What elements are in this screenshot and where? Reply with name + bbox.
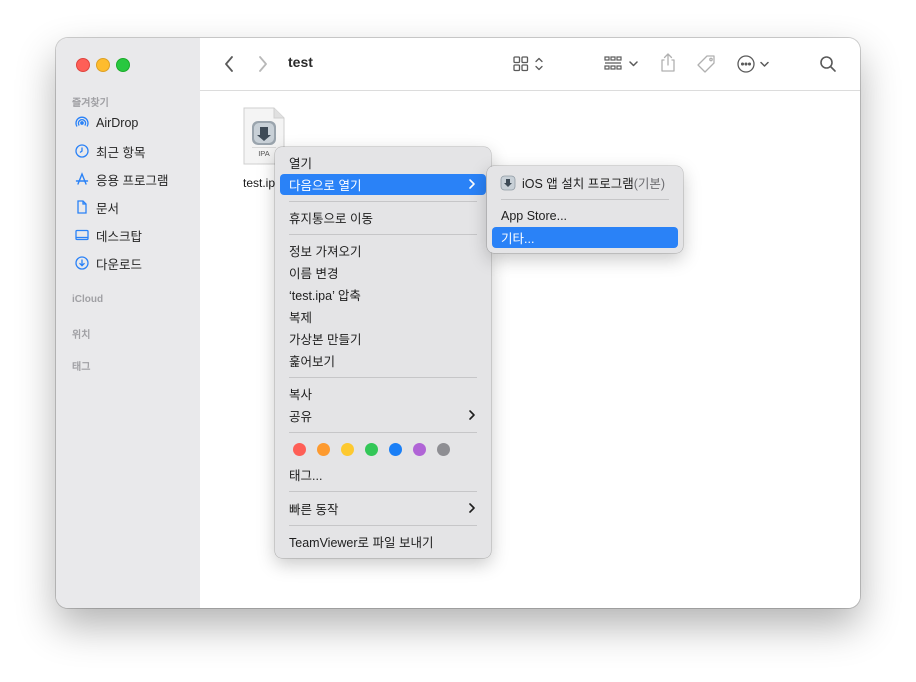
group-icon (604, 56, 638, 70)
sidebar-section-icloud[interactable]: iCloud (72, 294, 103, 305)
ellipsis-circle-icon (737, 55, 769, 73)
tag-color-gray[interactable] (437, 443, 450, 456)
menu-item-copy[interactable]: 복사 (280, 383, 486, 404)
minimize-window-button[interactable] (96, 58, 110, 72)
menu-separator (289, 525, 477, 526)
sidebar-item-desktop[interactable]: 데스크탑 (74, 225, 142, 245)
tag-color-purple[interactable] (413, 443, 426, 456)
sidebar-section-tags[interactable]: 태그 (72, 358, 90, 373)
window-title: test (288, 54, 313, 70)
close-window-button[interactable] (76, 58, 90, 72)
download-icon (74, 255, 90, 271)
menu-item-open-with[interactable]: 다음으로 열기 (280, 174, 486, 195)
menu-item-quick-look[interactable]: 훑어보기 (280, 350, 486, 371)
chevron-right-icon (469, 503, 475, 513)
submenu-item-app-store[interactable]: App Store... (492, 205, 678, 226)
menu-item-move-to-trash[interactable]: 휴지통으로 이동 (280, 207, 486, 228)
menu-item-quick-actions[interactable]: 빠른 동작 (280, 498, 486, 519)
chevron-right-icon (469, 179, 475, 189)
menu-item-make-alias[interactable]: 가상본 만들기 (280, 328, 486, 349)
sidebar-item-label: 데스크탑 (96, 229, 143, 244)
sidebar-section-locations[interactable]: 위치 (72, 326, 90, 341)
group-button[interactable] (604, 54, 644, 74)
tag-color-green[interactable] (365, 443, 378, 456)
submenu-item-other[interactable]: 기타... (492, 227, 678, 248)
airdrop-icon (74, 115, 90, 131)
search-button[interactable] (818, 54, 838, 74)
sidebar-item-label: 응용 프로그램 (96, 173, 169, 188)
tag-color-orange[interactable] (317, 443, 330, 456)
share-icon (661, 53, 675, 72)
menu-separator (289, 201, 477, 202)
sidebar-item-label: 최근 항목 (96, 145, 146, 160)
menu-separator (289, 432, 477, 433)
share-button[interactable] (658, 52, 678, 74)
back-button[interactable] (220, 54, 238, 74)
clock-icon (74, 143, 90, 159)
forward-button[interactable] (254, 54, 272, 74)
grid-view-icon (513, 56, 543, 72)
menu-item-open[interactable]: 열기 (280, 152, 486, 173)
applications-icon (74, 171, 90, 187)
menu-item-tags[interactable]: 태그... (280, 464, 486, 485)
sidebar-item-label: AirDrop (96, 116, 139, 130)
view-mode-button[interactable] (512, 54, 552, 74)
menu-item-share[interactable]: 공유 (280, 405, 486, 426)
sidebar-section-favorites: 즐겨찾기 (72, 98, 109, 109)
chevron-left-icon (225, 56, 233, 72)
menu-separator (501, 199, 669, 200)
chevron-right-icon (259, 56, 267, 72)
desktop-icon (74, 227, 90, 243)
installer-app-icon (500, 175, 516, 191)
more-actions-button[interactable] (736, 53, 776, 75)
tag-color-yellow[interactable] (341, 443, 354, 456)
menu-item-rename[interactable]: 이름 변경 (280, 262, 486, 283)
sidebar-item-documents[interactable]: 문서 (74, 197, 119, 217)
menu-item-teamviewer[interactable]: TeamViewer로 파일 보내기 (280, 531, 486, 552)
menu-item-compress[interactable]: ‘test.ipa’ 압축 (280, 284, 486, 305)
tag-color-red[interactable] (293, 443, 306, 456)
tag-button[interactable] (696, 53, 718, 75)
sidebar-item-applications[interactable]: 응용 프로그램 (74, 169, 168, 189)
sidebar-item-airdrop[interactable]: AirDrop (74, 113, 138, 133)
open-with-submenu: iOS 앱 설치 프로그램 (기본) App Store... 기타... (487, 166, 683, 253)
menu-item-get-info[interactable]: 정보 가져오기 (280, 240, 486, 261)
sidebar-item-recents[interactable]: 최근 항목 (74, 141, 145, 161)
menu-separator (289, 491, 477, 492)
chevron-right-icon (469, 410, 475, 420)
menu-item-duplicate[interactable]: 복제 (280, 306, 486, 327)
sidebar-item-label: 문서 (96, 201, 120, 216)
document-icon (74, 199, 90, 215)
search-icon (820, 56, 836, 72)
zoom-window-button[interactable] (116, 58, 130, 72)
submenu-item-ios-installer[interactable]: iOS 앱 설치 프로그램 (기본) (492, 172, 678, 193)
tag-icon (697, 55, 715, 73)
sidebar: 즐겨찾기 AirDrop 최근 항목 응용 프로그램 문서 데스크탑 다운로드 … (56, 38, 200, 608)
sidebar-item-label: 다운로드 (96, 257, 143, 272)
sidebar-item-downloads[interactable]: 다운로드 (74, 253, 142, 273)
toolbar: test (200, 38, 860, 91)
menu-separator (289, 234, 477, 235)
menu-separator (289, 377, 477, 378)
tag-color-blue[interactable] (389, 443, 402, 456)
file-name-label[interactable]: test.ip (243, 176, 275, 190)
context-menu: 열기 다음으로 열기 휴지통으로 이동 정보 가져오기 이름 변경 ‘test.… (275, 147, 491, 558)
